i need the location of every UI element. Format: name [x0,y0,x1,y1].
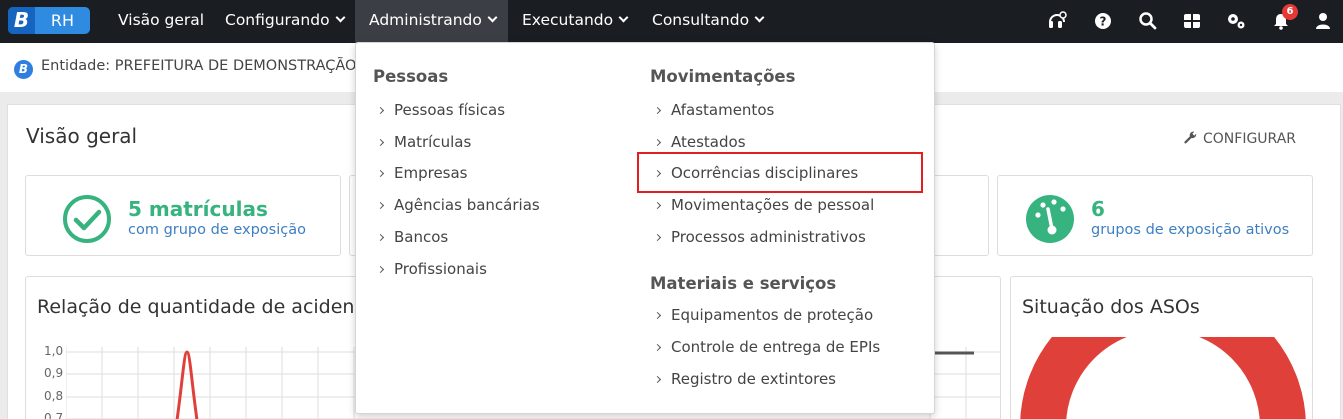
menu-item-controle-entrega-epis[interactable]: Controle de entrega de EPIs [653,338,880,356]
menu-item-matriculas[interactable]: Matrículas [376,133,471,151]
chevron-right-icon [376,106,385,115]
group-title-materiais-servicos: Materiais e serviços [650,274,837,293]
chevron-right-icon [376,265,385,274]
top-navbar: B RH Visão geral Configurando Administra… [0,0,1343,43]
menu-item-pessoas-fisicas[interactable]: Pessoas físicas [376,101,505,119]
grid-icon[interactable] [1182,11,1202,31]
nav-executando[interactable]: Executando [508,0,641,43]
settings-icon[interactable] [1226,11,1246,31]
chevron-down-icon [618,12,629,23]
gauge-icon [1026,195,1074,243]
nav-consultando-label: Consultando [652,11,750,29]
menu-item-registro-de-extintores[interactable]: Registro de extintores [653,370,836,388]
chevron-right-icon [376,169,385,178]
nav-visao-geral-label: Visão geral [118,11,205,29]
user-icon[interactable] [1313,11,1333,31]
aso-donut-chart [1020,337,1306,419]
entity-label[interactable]: Entidade: PREFEITURA DE DEMONSTRAÇÃO [41,58,356,74]
headset-icon[interactable] [1047,11,1067,31]
chevron-right-icon [376,201,385,210]
chevron-right-icon [653,375,662,384]
svg-text:?: ? [1100,15,1107,29]
wrench-icon [1184,131,1197,144]
menu-item-atestados[interactable]: Atestados [653,133,746,151]
chevron-right-icon [653,233,662,242]
menu-item-movimentacoes-de-pessoal[interactable]: Movimentações de pessoal [653,196,874,214]
chevron-right-icon [653,106,662,115]
nav-executando-label: Executando [522,11,614,29]
group-title-pessoas: Pessoas [373,67,449,86]
aso-chart-title: Situação dos ASOs [1022,296,1200,318]
menu-item-afastamentos[interactable]: Afastamentos [653,101,774,119]
chevron-right-icon [376,138,385,147]
menu-item-processos-administrativos[interactable]: Processos administrativos [653,228,866,246]
nav-administrando-label: Administrando [369,11,482,29]
nav-configurando-label: Configurando [225,11,330,29]
menu-item-bancos[interactable]: Bancos [376,228,448,246]
chevron-right-icon [653,343,662,352]
chevron-right-icon [653,201,662,210]
entity-logo-icon: B [14,60,33,79]
group-title-movimentacoes: Movimentações [650,67,796,86]
nav-consultando[interactable]: Consultando [638,0,777,43]
search-icon[interactable] [1138,11,1158,31]
y-tick-label: 0,7 [44,411,64,419]
stat-subtitle-grupos[interactable]: grupos de exposição ativos [1091,222,1289,238]
stat-value-grupos: 6 [1091,197,1105,221]
chevron-right-icon [653,311,662,320]
configure-button[interactable]: CONFIGURAR [1183,130,1296,147]
chevron-right-icon [376,233,385,242]
accident-chart-title: Relação de quantidade de acidente [37,296,374,318]
chevron-right-icon [653,138,662,147]
menu-item-equipamentos-de-protecao[interactable]: Equipamentos de proteção [653,306,873,324]
stat-value-matriculas: 5 matrículas [128,197,268,221]
chevron-down-icon [754,12,765,23]
menu-item-empresas[interactable]: Empresas [376,164,468,182]
nav-administrando[interactable]: Administrando [355,0,508,43]
nav-visao-geral[interactable]: Visão geral [104,0,218,43]
y-tick-label: 0,9 [44,366,64,380]
chevron-down-icon [335,12,346,23]
nav-configurando[interactable]: Configurando [211,0,358,43]
logo-letter: B [8,7,35,34]
logo-name: RH [50,11,75,30]
configure-label: CONFIGURAR [1203,131,1297,147]
y-tick-label: 1,0 [44,344,64,358]
app-logo[interactable]: B RH [8,7,90,34]
stat-subtitle-matriculas[interactable]: com grupo de exposição [128,222,306,238]
menu-item-agencias-bancarias[interactable]: Agências bancárias [376,196,540,214]
notification-badge: 6 [1282,4,1298,20]
page-title: Visão geral [26,124,138,148]
highlight-box [637,152,923,193]
help-icon[interactable]: ? [1093,11,1113,31]
check-circle-icon [63,195,111,243]
y-tick-label: 0,8 [44,389,64,403]
chevron-down-icon [487,12,498,23]
menu-item-profissionais[interactable]: Profissionais [376,260,487,278]
